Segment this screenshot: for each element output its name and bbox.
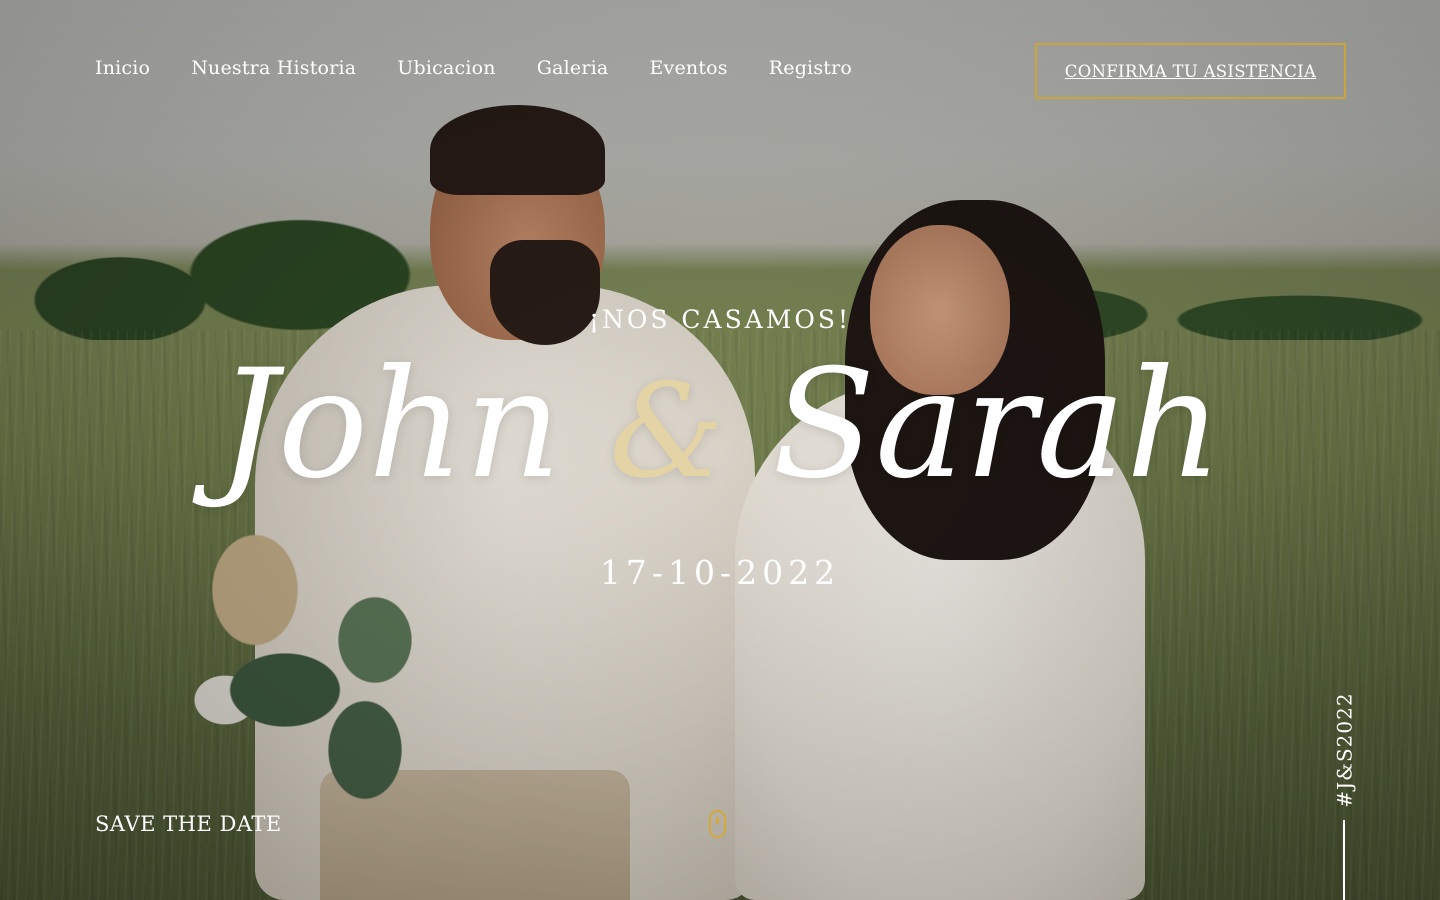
nav-link-galeria[interactable]: Galeria <box>537 57 609 79</box>
mouse-scroll-icon[interactable] <box>709 810 726 838</box>
rsvp-button[interactable]: CONFIRMA TU ASISTENCIA <box>1035 43 1346 99</box>
nav-link-inicio[interactable]: Inicio <box>95 57 150 79</box>
hashtag: #J&S2022 <box>1322 692 1368 807</box>
vertical-divider-line <box>1343 820 1345 900</box>
nav-link-registro[interactable]: Registro <box>769 57 852 79</box>
ampersand: & <box>609 355 725 507</box>
nav-link-eventos[interactable]: Eventos <box>649 57 727 79</box>
wedding-date: 17-10-2022 <box>599 553 841 592</box>
hashtag-text: #J&S2022 <box>1333 692 1357 808</box>
nav-link-ubicacion[interactable]: Ubicacion <box>397 57 495 79</box>
name-groom: John <box>217 338 562 512</box>
save-the-date-label: SAVE THE DATE <box>95 812 282 836</box>
nav-link-nuestra-historia[interactable]: Nuestra Historia <box>191 57 356 79</box>
name-bride: Sarah <box>772 338 1223 512</box>
main-nav: Inicio Nuestra Historia Ubicacion Galeri… <box>95 57 852 79</box>
couple-names: John & Sarah <box>0 330 1440 526</box>
